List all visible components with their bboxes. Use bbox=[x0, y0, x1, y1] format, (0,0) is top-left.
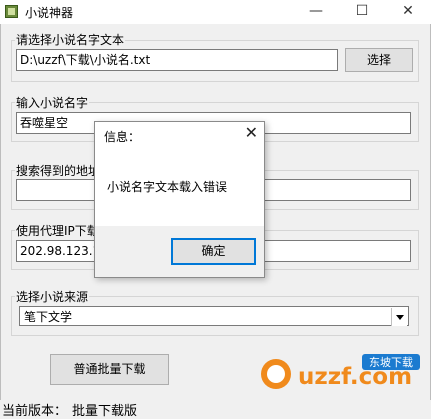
source-select-value: 笔下文学 bbox=[24, 310, 73, 324]
dialog-close-icon[interactable]: ✕ bbox=[245, 124, 258, 142]
source-group-label: 选择小说来源 bbox=[15, 288, 90, 305]
window-title: 小说神器 bbox=[25, 6, 74, 20]
status-bar: 当前版本： 批量下载版 bbox=[0, 400, 431, 419]
maximize-button[interactable]: ☐ bbox=[339, 0, 385, 24]
app-icon bbox=[5, 5, 18, 18]
watermark-badge: 东坡下载 bbox=[369, 356, 413, 369]
file-group-label: 请选择小说名字文本 bbox=[15, 31, 126, 48]
version-value: 批量下载版 bbox=[72, 404, 138, 419]
dialog-footer: 确定 bbox=[95, 226, 264, 277]
chevron-down-icon[interactable] bbox=[391, 308, 407, 326]
uzzf-watermark-logo: uzzf.com 东坡下载 bbox=[261, 354, 420, 390]
dialog-message: 小说名字文本载入错误 bbox=[107, 180, 228, 194]
proxy-group-label: 使用代理IP下载 bbox=[15, 222, 100, 239]
info-dialog: 信息： ✕ 小说名字文本载入错误 确定 bbox=[94, 121, 265, 278]
choose-file-button[interactable]: 选择 bbox=[345, 48, 413, 72]
dialog-ok-button[interactable]: 确定 bbox=[171, 238, 256, 265]
title-bar: 小说神器 — ☐ ✕ bbox=[0, 0, 431, 24]
file-path-field[interactable]: D:\uzzf\下载\小说名.txt bbox=[16, 49, 338, 71]
batch-download-button[interactable]: 普通批量下载 bbox=[50, 354, 169, 385]
close-button[interactable]: ✕ bbox=[385, 0, 431, 24]
version-label: 当前版本： bbox=[2, 404, 68, 419]
source-select[interactable]: 笔下文学 bbox=[19, 306, 409, 326]
address-group-label: 搜索得到的地址 bbox=[15, 162, 102, 179]
dialog-title: 信息： bbox=[104, 130, 141, 144]
minimize-button[interactable]: — bbox=[293, 0, 339, 24]
name-group-label: 输入小说名字 bbox=[15, 94, 90, 111]
